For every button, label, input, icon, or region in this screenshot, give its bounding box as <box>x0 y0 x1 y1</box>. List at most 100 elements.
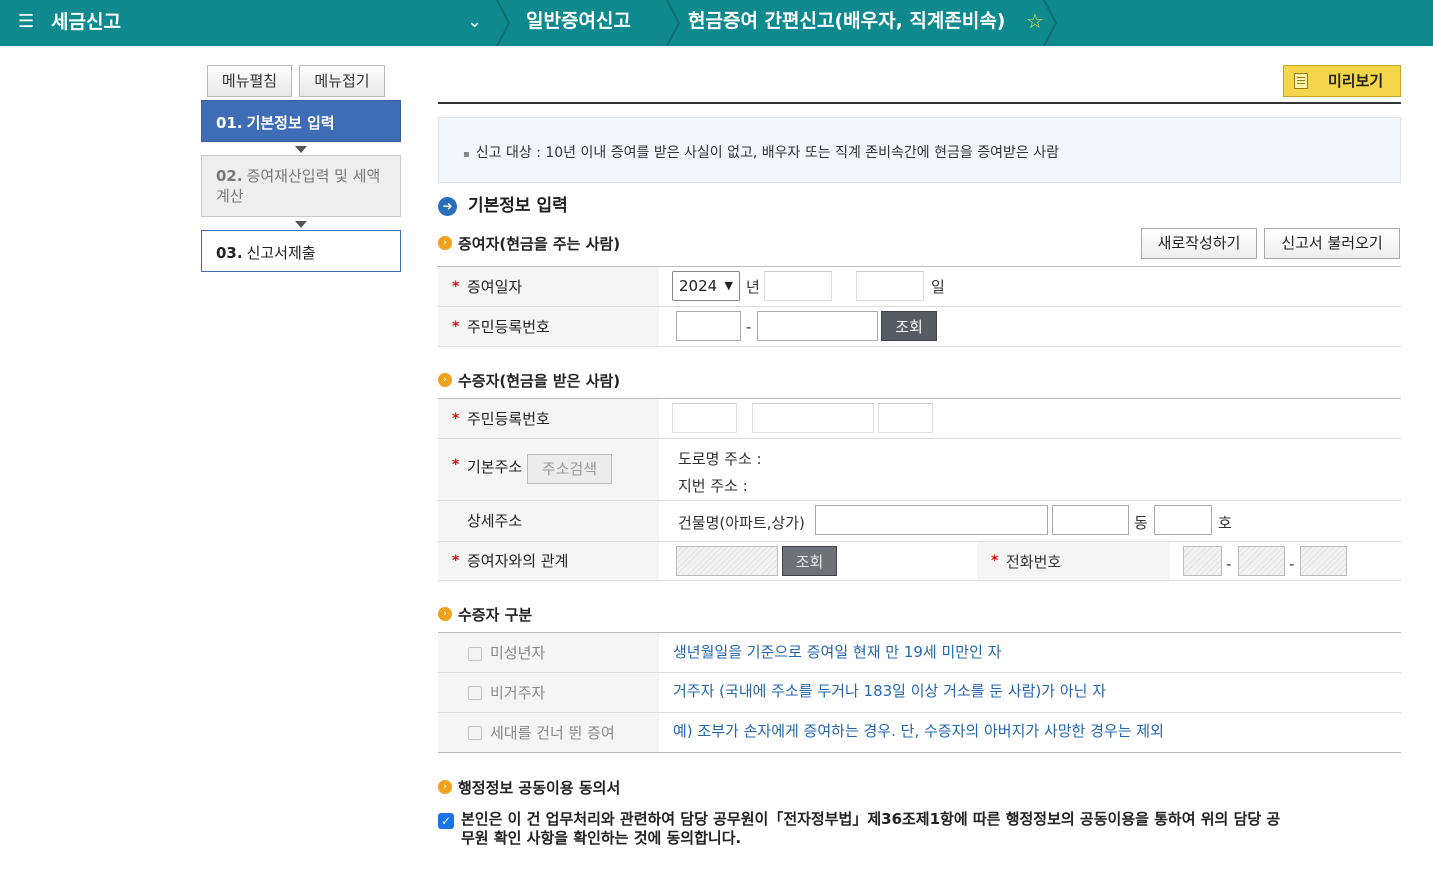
row-header: 세대를 건너 뛴 증여 <box>438 713 659 752</box>
category-table: 미성년자 생년월일을 기준으로 증여일 현재 만 19세 미만인 자 비거주자 … <box>438 632 1401 753</box>
nonresident-checkbox[interactable] <box>468 686 482 700</box>
dash: - <box>1289 555 1295 573</box>
required-mark: * <box>991 553 999 569</box>
consent-text: 본인은 이 건 업무처리와 관련하여 담당 공무원이「전자정부법」제36조제1항… <box>461 810 1281 847</box>
consent-heading: › 행정정보 공동이용 동의서 <box>438 777 620 799</box>
step-number: 03. <box>216 244 243 262</box>
dash: - <box>746 318 752 336</box>
day-unit: 일 <box>931 278 945 296</box>
month-input[interactable] <box>764 271 832 301</box>
chevron-down-icon[interactable]: ⌄ <box>467 11 482 33</box>
recipient-heading: › 수증자(현금을 받은 사람) <box>438 370 620 392</box>
lot-address-label: 지번 주소 : <box>678 477 748 495</box>
year-value: 2024 <box>679 277 718 295</box>
new-write-button[interactable]: 새로작성하기 <box>1141 228 1257 259</box>
hamburger-icon[interactable]: ☰ <box>18 12 34 32</box>
donor-heading-text: 증여자(현금을 주는 사람) <box>458 235 621 253</box>
table-row: * 기본주소 주소검색 도로명 주소 : 지번 주소 : <box>438 439 1401 501</box>
row-header: * 주민등록번호 <box>438 307 659 346</box>
row-cell: 2024 ▼ 년 일 <box>659 267 1401 306</box>
breadcrumb-separator-icon <box>1043 0 1058 46</box>
category-heading: › 수증자 구분 <box>438 604 532 626</box>
row-cell: 예) 조부가 손자에게 증여하는 경우. 단, 수증자의 아버지가 사망한 경우… <box>659 713 1401 752</box>
phone-area-input[interactable] <box>1183 546 1222 576</box>
year-select[interactable]: 2024 ▼ <box>672 271 740 301</box>
address-search-button[interactable]: 주소검색 <box>527 454 612 484</box>
donor-table: * 증여일자 2024 ▼ 년 일 * 주민등록번호 - 조회 <box>438 266 1401 347</box>
donor-rrn-front-input[interactable] <box>676 311 741 341</box>
row-header: 비거주자 <box>438 673 659 712</box>
app-title[interactable]: 세금신고 <box>51 9 121 35</box>
table-row: 미성년자 생년월일을 기준으로 증여일 현재 만 19세 미만인 자 <box>438 633 1401 673</box>
bullet-icon: › <box>438 236 452 250</box>
dong-unit: 동 <box>1134 514 1148 532</box>
recipient-table: * 주민등록번호 * 기본주소 주소검색 도로명 주소 : 지번 주소 : 상세주… <box>438 398 1401 581</box>
table-row: 세대를 건너 뛴 증여 예) 조부가 손자에게 증여하는 경우. 단, 수증자의… <box>438 713 1401 753</box>
section-title: ➜ 기본정보 입력 <box>438 194 568 218</box>
row-header: * 주민등록번호 <box>438 399 659 438</box>
step-number: 01. <box>216 114 243 132</box>
dash: - <box>1226 555 1232 573</box>
menu-collapse-button[interactable]: 메뉴접기 <box>299 65 385 97</box>
top-bar: ☰ 세금신고 ⌄ 일반증여신고 현금증여 간편신고(배우자, 직계존비속) ☆ <box>0 0 1433 46</box>
year-unit: 년 <box>746 278 760 296</box>
ho-input[interactable] <box>1154 505 1212 535</box>
row-header: * 기본주소 주소검색 <box>438 439 659 500</box>
consent-checkbox[interactable]: ✓ <box>438 813 454 829</box>
breadcrumb-item[interactable]: 일반증여신고 <box>526 8 631 34</box>
relation-input[interactable] <box>676 546 778 576</box>
recipient-rrn-back-input[interactable] <box>752 403 874 433</box>
section-title-text: 기본정보 입력 <box>468 196 568 216</box>
category-heading-text: 수증자 구분 <box>458 606 533 624</box>
recipient-heading-text: 수증자(현금을 받은 사람) <box>458 372 621 390</box>
row-header: 상세주소 <box>438 501 659 541</box>
bullet-icon: › <box>438 780 452 794</box>
preview-button[interactable]: 미리보기 <box>1283 65 1401 97</box>
row-header: * 증여일자 <box>438 267 659 306</box>
building-input[interactable] <box>815 505 1048 535</box>
load-return-button[interactable]: 신고서 불러오기 <box>1264 228 1400 259</box>
row-cell: 생년월일을 기준으로 증여일 현재 만 19세 미만인 자 <box>659 633 1401 672</box>
chevron-down-icon: ▼ <box>724 279 733 292</box>
dong-input[interactable] <box>1052 505 1129 535</box>
row-header: 미성년자 <box>438 633 659 672</box>
day-input[interactable] <box>856 271 924 301</box>
step-submit[interactable]: 03. 신고서제출 <box>201 230 401 272</box>
required-mark: * <box>452 410 460 427</box>
table-row: * 증여자와의 관계 조회 * 전화번호 - - <box>438 541 1401 581</box>
phone-mid-input[interactable] <box>1238 546 1285 576</box>
table-row: * 주민등록번호 <box>438 399 1401 439</box>
bullet-icon: › <box>438 607 452 621</box>
nonresident-desc: 거주자 (국내에 주소를 두거나 183일 이상 거소를 둔 사람)가 아닌 자 <box>673 682 1107 700</box>
table-row: * 주민등록번호 - 조회 <box>438 307 1401 347</box>
road-address-label: 도로명 주소 : <box>678 450 762 468</box>
donor-heading: › 증여자(현금을 주는 사람) <box>438 233 620 255</box>
step-label: 기본정보 입력 <box>246 114 335 132</box>
recipient-rrn-front-input[interactable] <box>672 403 737 433</box>
menu-expand-button[interactable]: 메뉴펼침 <box>207 65 292 97</box>
row-header: * 증여자와의 관계 <box>438 542 659 580</box>
table-row: 비거주자 거주자 (국내에 주소를 두거나 183일 이상 거소를 둔 사람)가… <box>438 673 1401 713</box>
table-row: 상세주소 건물명(아파트,상가) 동 호 <box>438 501 1401 541</box>
breadcrumb-separator-icon <box>666 0 681 46</box>
step-gift-property[interactable]: 02. 증여재산입력 및 세액계산 <box>201 155 401 217</box>
building-label: 건물명(아파트,상가) <box>678 514 805 532</box>
bullet-icon: › <box>438 373 452 387</box>
arrow-right-circle-icon: ➜ <box>438 197 457 216</box>
minor-checkbox[interactable] <box>468 647 482 661</box>
phone-last-input[interactable] <box>1300 546 1347 576</box>
breadcrumb-separator-icon <box>496 0 511 46</box>
address-label: 기본주소 <box>467 458 523 476</box>
recipient-rrn-label: 주민등록번호 <box>467 409 550 428</box>
step-basic-info[interactable]: 01. 기본정보 입력 <box>201 100 401 142</box>
row-cell: 조회 * 전화번호 - - <box>659 542 1401 580</box>
gift-date-label: 증여일자 <box>467 277 523 296</box>
donor-rrn-back-input[interactable] <box>757 311 878 341</box>
recipient-rrn-extra-input[interactable] <box>878 403 933 433</box>
relation-lookup-button[interactable]: 조회 <box>782 546 837 576</box>
donor-lookup-button[interactable]: 조회 <box>881 311 937 341</box>
row-cell: 거주자 (국내에 주소를 두거나 183일 이상 거소를 둔 사람)가 아닌 자 <box>659 673 1401 712</box>
document-icon <box>1294 73 1308 89</box>
generation-skip-checkbox[interactable] <box>468 726 482 740</box>
relation-label: 증여자와의 관계 <box>467 552 569 570</box>
